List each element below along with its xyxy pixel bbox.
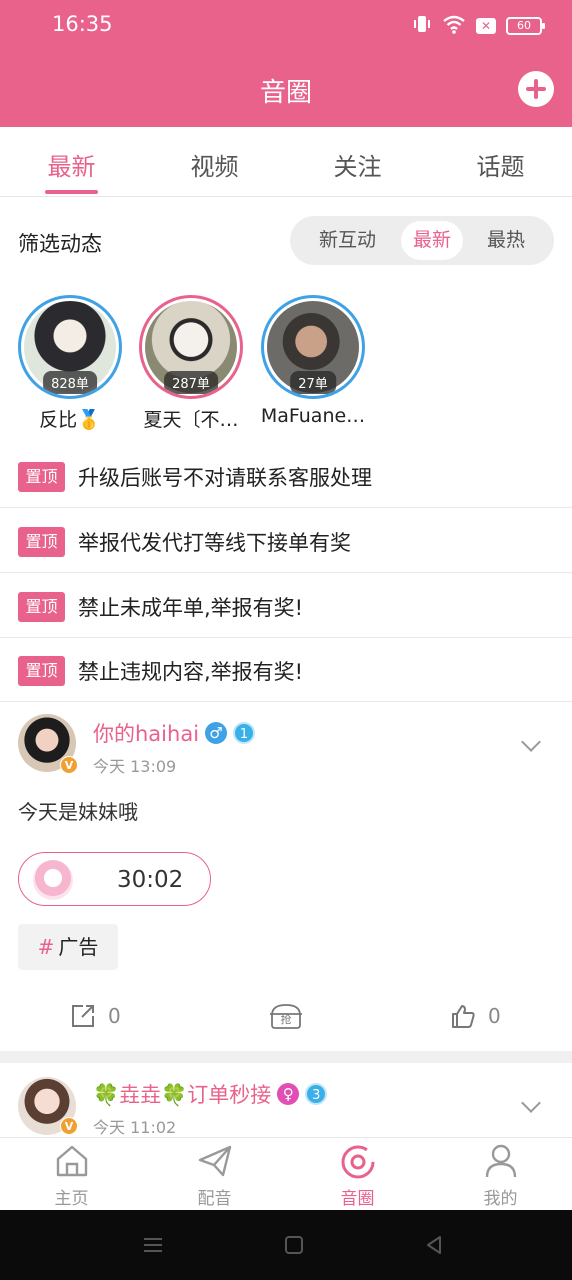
filter-latest[interactable]: 最新	[401, 221, 463, 260]
chevron-down-icon[interactable]	[521, 1093, 541, 1113]
featured-user[interactable]: 27单 MaFuane…	[257, 295, 369, 427]
pinned-notice[interactable]: 置顶 禁止违规内容,举报有奖!	[0, 638, 572, 702]
share-icon	[72, 1005, 94, 1027]
pinned-notice-text: 举报代发代打等线下接单有奖	[78, 531, 351, 555]
pinned-notice[interactable]: 置顶 升级后账号不对请联系客服处理	[0, 444, 572, 508]
paper-plane-icon	[198, 1145, 231, 1177]
tab-topics[interactable]: 话题	[429, 147, 572, 182]
voice-avatar-icon	[33, 860, 73, 900]
page-title: 音圈	[259, 78, 312, 108]
nav-dubbing[interactable]: 配音	[143, 1138, 286, 1211]
topic-tag[interactable]: # 广告	[18, 924, 118, 970]
featured-user[interactable]: 287单 夏天〔不…	[135, 295, 247, 432]
order-count-badge: 828单	[43, 371, 97, 394]
featured-user-name: 夏天〔不…	[143, 409, 239, 431]
back-icon[interactable]	[424, 1235, 444, 1255]
wifi-icon	[442, 14, 466, 38]
chevron-down-icon[interactable]	[521, 732, 541, 752]
battery-icon: 60	[506, 17, 545, 35]
filter-hottest[interactable]: 最热	[472, 221, 540, 260]
featured-user-name: 反比🥇	[39, 409, 101, 431]
pinned-badge: 置顶	[18, 656, 65, 686]
pinned-badge: 置顶	[18, 462, 65, 492]
post-text: 今天是妹妹哦	[18, 800, 138, 824]
filter-row: 筛选动态 新互动 最新 最热	[0, 214, 572, 266]
like-button[interactable]: 0	[450, 1003, 501, 1029]
status-bar: 16:35 ✕ 60	[0, 0, 572, 52]
menu-icon[interactable]	[143, 1235, 163, 1255]
filter-segmented-control: 新互动 最新 最热	[290, 216, 554, 265]
topic-tag-label: 广告	[58, 935, 99, 959]
grab-order-icon: 抢	[270, 1004, 302, 1029]
level-badge: 3	[305, 1083, 328, 1105]
thumbs-up-icon	[452, 1005, 475, 1028]
avatar: 828单	[18, 295, 122, 399]
pinned-notice-text: 禁止未成年单,举报有奖!	[78, 596, 304, 620]
system-nav-bar	[0, 1210, 572, 1280]
author-name: 🍀垚垚🍀订单秒接	[93, 1083, 272, 1107]
pinned-notice-text: 升级后账号不对请联系客服处理	[78, 466, 372, 490]
tab-following[interactable]: 关注	[286, 147, 429, 182]
nav-voice-circle[interactable]: 音圈	[286, 1138, 429, 1211]
verified-badge: V	[60, 1117, 78, 1135]
post-time: 今天 11:02	[93, 1118, 177, 1137]
title-bar: 音圈	[0, 52, 572, 127]
grab-order-label: 抢	[281, 1012, 292, 1026]
feed-post: V 🍀垚垚🍀订单秒接 ♀ 3 今天 11:02	[0, 1063, 572, 1137]
avatar: 27单	[261, 295, 365, 399]
post-divider	[0, 1051, 572, 1063]
home-icon	[56, 1145, 87, 1177]
avatar: 287单	[139, 295, 243, 399]
post-author[interactable]: 你的haihai ♂ 1	[93, 718, 256, 748]
pinned-notice[interactable]: 置顶 禁止未成年单,举报有奖!	[0, 574, 572, 638]
verified-badge: V	[60, 756, 78, 774]
status-icons: ✕ 60	[412, 14, 545, 38]
nav-home-label: 主页	[54, 1189, 89, 1209]
nav-voice-circle-label: 音圈	[340, 1189, 375, 1209]
home-square-icon[interactable]	[284, 1235, 304, 1255]
feed-post: V 你的haihai ♂ 1 今天 13:09 今天是妹妹哦 30:02 # 广告…	[0, 702, 572, 1051]
featured-user-name: MaFuane…	[260, 405, 366, 427]
voice-circle-icon	[341, 1145, 374, 1179]
pinned-badge: 置顶	[18, 592, 65, 622]
filter-new-interaction[interactable]: 新互动	[300, 221, 395, 260]
male-icon: ♂	[205, 722, 228, 744]
nav-home[interactable]: 主页	[0, 1138, 143, 1211]
order-count-badge: 287单	[164, 371, 218, 394]
audio-duration: 30:02	[117, 867, 184, 893]
active-tab-indicator	[45, 190, 98, 194]
status-time: 16:35	[52, 12, 113, 36]
add-post-button[interactable]	[518, 71, 554, 107]
share-button[interactable]: 0	[70, 1003, 121, 1029]
tab-bar: 最新 视频 关注 话题	[0, 127, 572, 197]
bottom-nav: 主页 配音 音圈 我的	[0, 1137, 572, 1210]
post-author[interactable]: 🍀垚垚🍀订单秒接 ♀ 3	[93, 1079, 328, 1109]
female-icon: ♀	[277, 1083, 300, 1105]
share-count: 0	[108, 1004, 121, 1028]
hash-icon: #	[37, 935, 55, 959]
post-time: 今天 13:09	[93, 757, 177, 776]
nav-profile[interactable]: 我的	[429, 1138, 572, 1211]
user-icon	[485, 1144, 516, 1178]
nav-dubbing-label: 配音	[197, 1189, 232, 1209]
featured-user[interactable]: 828单 反比🥇	[14, 295, 126, 432]
nav-profile-label: 我的	[483, 1189, 518, 1209]
no-sim-icon: ✕	[476, 18, 496, 34]
tab-video[interactable]: 视频	[143, 147, 286, 182]
audio-player[interactable]: 30:02	[18, 852, 211, 906]
grab-order-button[interactable]: 抢	[267, 1001, 305, 1031]
like-count: 0	[488, 1004, 501, 1028]
featured-users: 828单 反比🥇 287单 夏天〔不… 27单 MaFuane…	[0, 295, 572, 435]
vibrate-icon	[412, 14, 432, 38]
level-badge: 1	[233, 722, 256, 744]
filter-label: 筛选动态	[18, 232, 102, 256]
pinned-notice-text: 禁止违规内容,举报有奖!	[78, 660, 304, 684]
pinned-notice[interactable]: 置顶 举报代发代打等线下接单有奖	[0, 509, 572, 573]
pinned-badge: 置顶	[18, 527, 65, 557]
order-count-badge: 27单	[290, 371, 336, 394]
tab-latest[interactable]: 最新	[0, 147, 143, 182]
author-name: 你的haihai	[93, 722, 200, 746]
